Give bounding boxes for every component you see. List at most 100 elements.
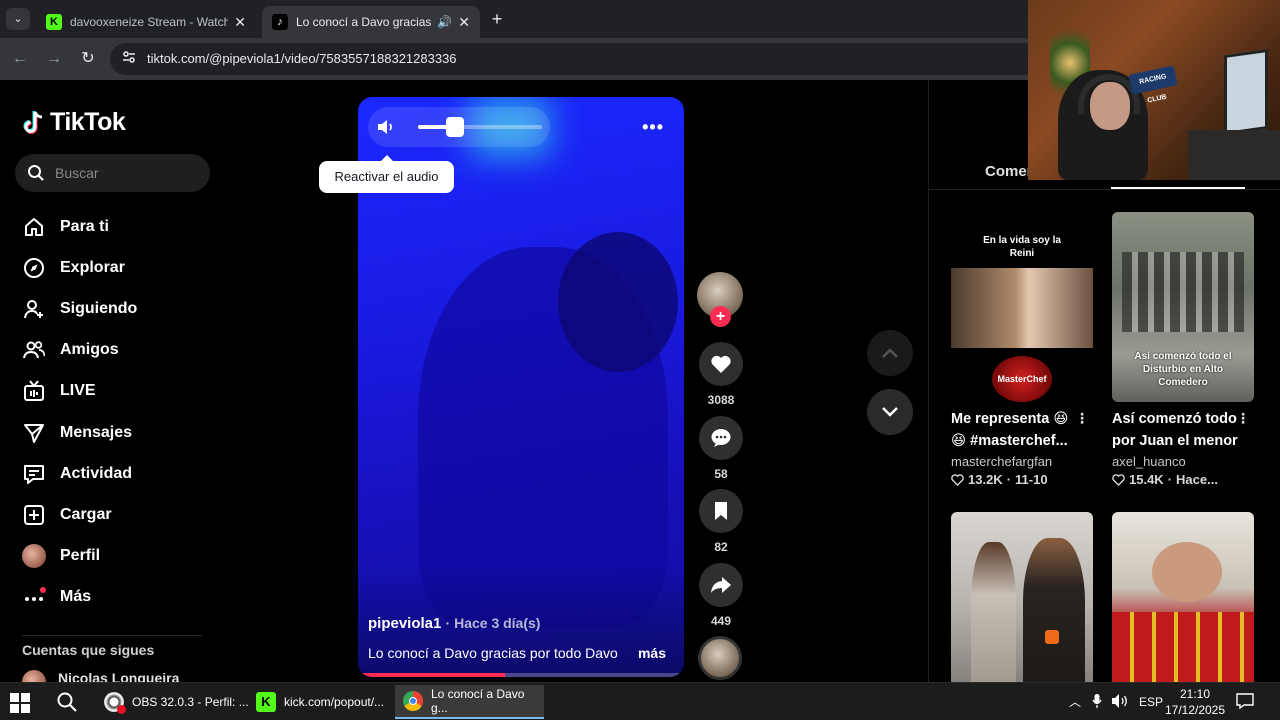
live-icon	[22, 379, 46, 403]
video-thumbnail[interactable]: En la vida soy la Reini MasterChef	[951, 212, 1093, 402]
sidebar-item-mas[interactable]: Más	[0, 577, 230, 618]
unmute-tooltip: Reactivar el audio	[319, 155, 454, 193]
bookmark-icon[interactable]	[699, 489, 743, 533]
video-author-name[interactable]: pipeviola1	[368, 615, 441, 632]
like-action[interactable]: 3088	[698, 342, 744, 407]
like-count: 13.2K	[968, 472, 1003, 487]
recommended-video-title[interactable]: Me representa 😆 😆 #masterchef...	[951, 408, 1081, 452]
previous-video-button[interactable]	[867, 330, 913, 376]
video-caption: Lo conocí a Davo gracias por todo Davo	[368, 645, 618, 661]
sidebar-item-amigos[interactable]: Amigos	[0, 330, 230, 371]
recommended-video-author[interactable]: masterchefargfan	[951, 454, 1093, 469]
video-progress-bar[interactable]	[358, 673, 684, 677]
sidebar-item-siguiendo[interactable]: Siguiendo	[0, 288, 230, 329]
close-tab-icon[interactable]: ✕	[234, 14, 246, 31]
video-thumbnail[interactable]: Así comenzó todo el Disturbio en Alto Co…	[1112, 212, 1254, 402]
share-count: 449	[710, 614, 732, 628]
webcam-desk	[1188, 130, 1280, 180]
volume-control[interactable]	[368, 107, 550, 147]
card-menu-icon[interactable]: ⋮	[1236, 410, 1250, 427]
recommended-video-title[interactable]: Así comenzó todo por Juan el menor	[1112, 408, 1242, 452]
sidebar-item-mensajes[interactable]: Mensajes	[0, 412, 230, 453]
address-bar[interactable]: tiktok.com/@pipeviola1/video/75835571883…	[110, 43, 1040, 75]
system-clock[interactable]: 21:10 17/12/2025	[1160, 686, 1230, 718]
search-icon[interactable]	[56, 691, 78, 713]
speaker-icon[interactable]: 🔊	[437, 15, 452, 29]
comment-icon[interactable]	[699, 416, 743, 460]
forward-arrow-icon[interactable]: →	[43, 48, 65, 70]
reload-icon[interactable]: ↻	[77, 48, 99, 70]
back-arrow-icon[interactable]: ←	[9, 48, 31, 70]
tiktok-sidebar: TikTok Para ti Explorar Siguiendo Amigos…	[0, 80, 230, 694]
sidebar-item-actividad[interactable]: Actividad	[0, 453, 230, 494]
chrome-icon	[403, 691, 423, 711]
site-settings-icon[interactable]	[120, 50, 138, 68]
sidebar-item-explorar[interactable]: Explorar	[0, 247, 230, 288]
search-box[interactable]	[15, 154, 210, 192]
tiktok-logo[interactable]: TikTok	[22, 108, 126, 137]
tab-search-button[interactable]: ⌄	[6, 8, 30, 30]
sidebar-item-label: Perfil	[60, 547, 101, 565]
chevron-up-icon[interactable]: ︿	[1069, 693, 1081, 710]
video-thumbnail[interactable]	[1112, 512, 1254, 682]
caption-more-link[interactable]: más	[638, 645, 666, 661]
video-thumbnail[interactable]	[951, 512, 1093, 682]
sidebar-item-label: Para ti	[60, 217, 109, 235]
save-action[interactable]: 82	[698, 489, 744, 554]
music-disc-avatar[interactable]	[698, 636, 742, 680]
recommended-video-card[interactable]: Así comenzó todo el Disturbio en Alto Co…	[1112, 212, 1254, 487]
microphone-icon[interactable]	[1092, 693, 1102, 712]
recommended-video-card[interactable]	[951, 512, 1093, 682]
sidebar-item-label: Actividad	[60, 464, 133, 482]
recommended-video-author[interactable]: axel_huanco	[1112, 454, 1254, 469]
windows-start-icon[interactable]	[10, 693, 30, 713]
thumbnail-crowd	[1122, 252, 1244, 332]
user-plus-icon	[22, 297, 46, 321]
heart-icon[interactable]	[699, 342, 743, 386]
share-action[interactable]: 449	[698, 563, 744, 628]
next-video-button[interactable]	[867, 389, 913, 435]
recommended-video-card[interactable]	[1112, 512, 1254, 682]
tab-tiktok-video[interactable]: ♪ Lo conocí a Davo gracias po 🔊 ✕	[262, 6, 480, 38]
tab-title: Lo conocí a Davo gracias po	[296, 15, 434, 29]
sidebar-item-para-ti[interactable]: Para ti	[0, 206, 230, 247]
notifications-icon[interactable]	[1236, 692, 1254, 713]
tiktok-note-icon	[23, 110, 43, 134]
obs-icon	[104, 692, 126, 714]
volume-slider[interactable]	[418, 117, 542, 137]
like-count: 3088	[707, 393, 735, 407]
webcam-monitor	[1224, 48, 1268, 136]
new-tab-button[interactable]: +	[486, 8, 508, 30]
share-icon[interactable]	[699, 563, 743, 607]
recommended-video-card[interactable]: En la vida soy la Reini MasterChef Me re…	[951, 212, 1093, 487]
taskbar-app-obs[interactable]: OBS 32.0.3 - Perfil: ...	[96, 685, 257, 719]
thumbnail-microphone	[1045, 630, 1059, 644]
video-more-options-icon[interactable]: •••	[642, 117, 664, 138]
sidebar-item-cargar[interactable]: Cargar	[0, 494, 230, 535]
search-input[interactable]	[55, 165, 195, 181]
speaker-icon[interactable]	[1111, 693, 1129, 712]
heart-outline-icon	[951, 473, 964, 486]
volume-icon[interactable]	[376, 117, 396, 137]
sidebar-item-label: Mensajes	[60, 423, 133, 441]
webcam-overlay: RACING CLUB	[1028, 0, 1280, 180]
meta-separator: ·	[1006, 472, 1012, 487]
following-section-title: Cuentas que sigues	[22, 642, 155, 658]
activity-icon	[22, 462, 46, 486]
message-icon	[22, 421, 46, 445]
sidebar-item-live[interactable]: LIVE	[0, 371, 230, 412]
sidebar-item-label: Explorar	[60, 258, 125, 276]
tab-kick-stream[interactable]: K davooxeneize Stream - Watch L ✕	[36, 6, 256, 38]
volume-slider-thumb[interactable]	[446, 117, 465, 137]
follow-plus-icon[interactable]: +	[710, 306, 731, 327]
taskbar-app-chrome[interactable]: Lo conocí a Davo g...	[395, 685, 544, 719]
compass-icon	[22, 256, 46, 280]
taskbar-app-label: Lo conocí a Davo g...	[431, 687, 525, 715]
taskbar-app-kick[interactable]: K kick.com/popout/...	[248, 685, 392, 719]
sidebar-item-perfil[interactable]: Perfil	[0, 536, 230, 577]
comment-action[interactable]: 58	[698, 416, 744, 481]
card-menu-icon[interactable]: ⋮	[1075, 410, 1089, 427]
thumbnail-jersey	[1112, 612, 1254, 682]
chevron-down-icon	[882, 407, 898, 417]
close-tab-icon[interactable]: ✕	[458, 14, 470, 31]
